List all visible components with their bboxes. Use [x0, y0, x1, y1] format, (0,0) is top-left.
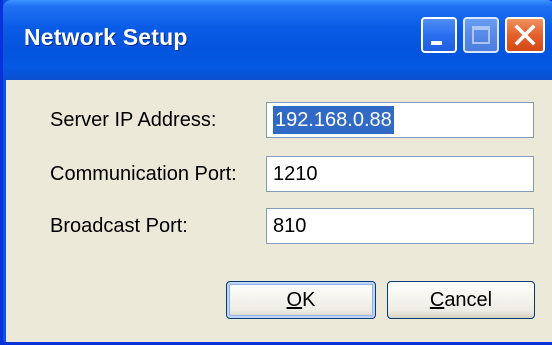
title-bar[interactable]: Network Setup [3, 0, 552, 80]
communication-port-label: Communication Port: [50, 163, 237, 185]
server-ip-input[interactable]: 192.168.0.88 [266, 102, 534, 138]
minimize-icon [431, 41, 442, 45]
communication-port-value: 1210 [273, 163, 318, 185]
cancel-button[interactable]: Cancel [387, 281, 535, 319]
minimize-button[interactable] [421, 17, 457, 53]
ok-label-rest: K [302, 289, 316, 311]
maximize-button [463, 17, 499, 53]
broadcast-port-input[interactable]: 810 [266, 208, 534, 244]
broadcast-port-label: Broadcast Port: [50, 215, 188, 237]
window-title: Network Setup [24, 24, 188, 50]
server-ip-label: Server IP Address: [50, 109, 217, 131]
ok-mnemonic: O [286, 289, 303, 311]
cancel-label-rest: ancel [444, 289, 493, 311]
communication-port-input[interactable]: 1210 [266, 156, 534, 192]
broadcast-port-value: 810 [273, 215, 307, 237]
server-ip-value: 192.168.0.88 [273, 106, 394, 134]
dialog-body: Server IP Address: 192.168.0.88 Communic… [6, 80, 552, 342]
close-icon [514, 24, 536, 46]
close-button[interactable] [505, 17, 545, 53]
maximize-icon [472, 26, 490, 44]
cancel-mnemonic: C [429, 289, 445, 311]
ok-button[interactable]: OK [226, 281, 376, 319]
network-setup-dialog: Network Setup Server IP Address: 192.168… [0, 0, 552, 345]
